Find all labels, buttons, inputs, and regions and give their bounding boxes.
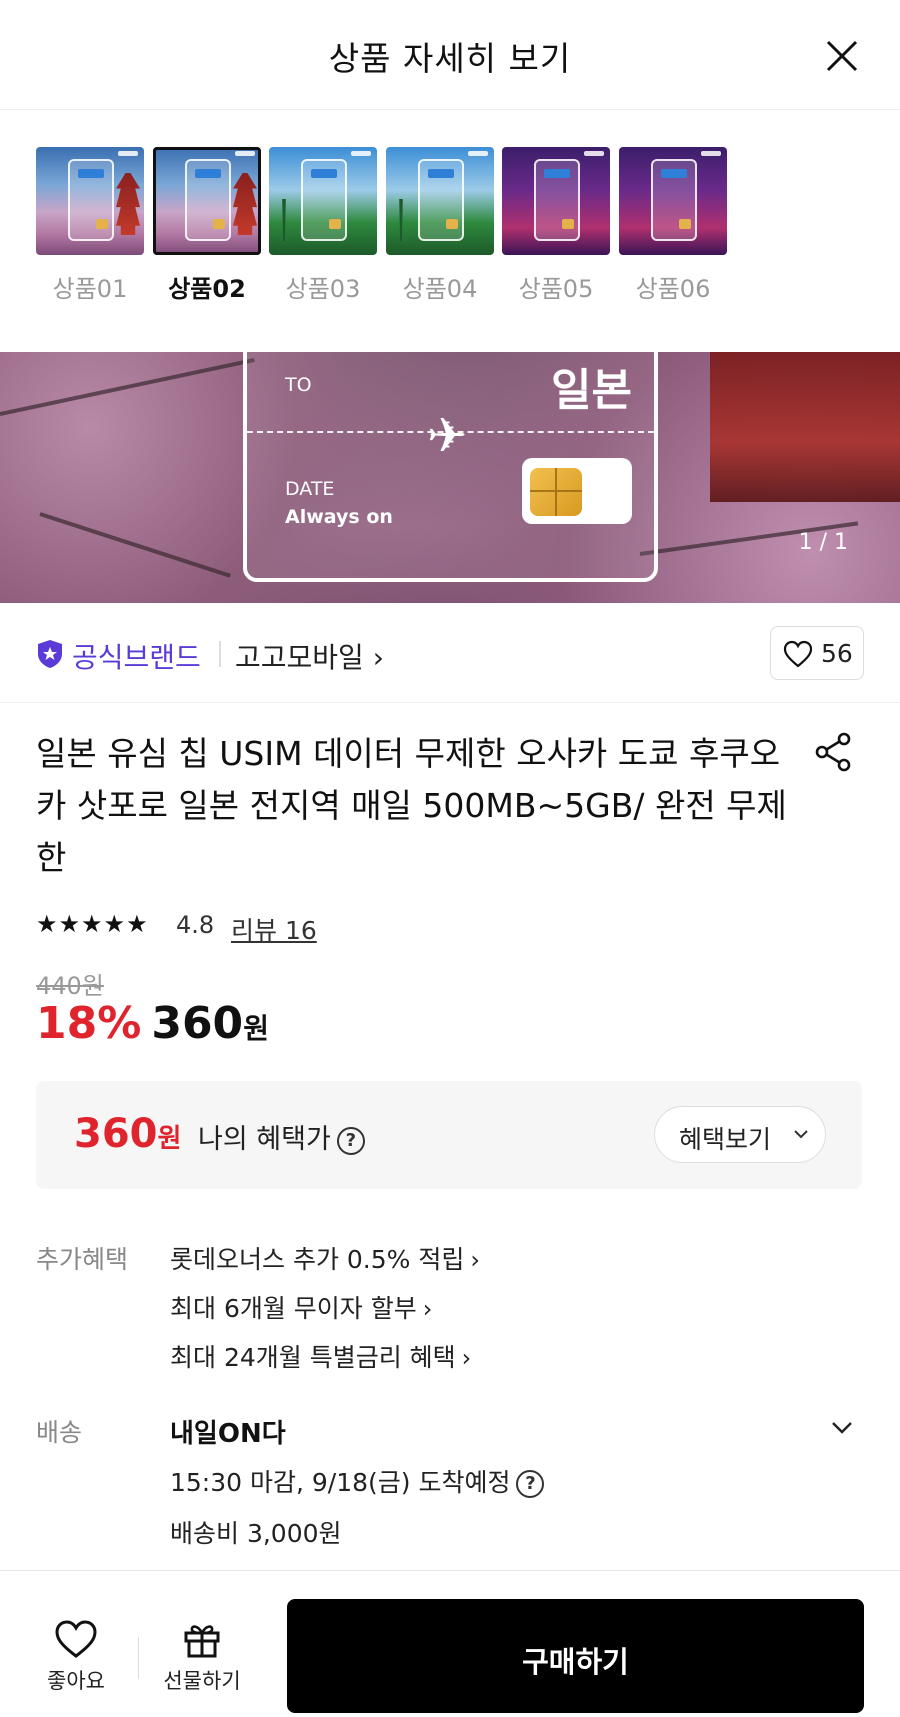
product-image-carousel[interactable]: TO 일본 ✈ DATE Always on 1 / 1 [0, 352, 900, 603]
thumbnail-product-03[interactable]: 상품03 [269, 147, 377, 304]
ticket-country: 일본 [551, 365, 632, 416]
view-benefits-label: 혜택보기 [679, 1125, 772, 1154]
ticket-to-label: TO [285, 374, 312, 396]
thumbnail-label: 상품03 [285, 275, 361, 303]
gift-icon [184, 1625, 220, 1658]
chevron-right-icon: › [461, 1344, 472, 1372]
header: 상품 자세히 보기 [0, 0, 900, 110]
sim-card-icon [522, 458, 632, 524]
store-link[interactable]: 고고모바일 › [235, 636, 384, 676]
share-icon [815, 732, 851, 772]
price-row: 18% 360원 [36, 998, 269, 1054]
thumbnail-image [386, 147, 494, 255]
star-rating-icon: ★★★★★ [36, 910, 149, 938]
thumbnail-product-06[interactable]: 상품06 [619, 147, 727, 304]
like-button[interactable]: 좋아요 [36, 1619, 116, 1699]
extra-benefit-item[interactable]: 최대 6개월 무이자 할부 › [170, 1289, 432, 1325]
thumbnail-image [502, 147, 610, 255]
extra-benefit-item[interactable]: 최대 24개월 특별금리 혜택 › [170, 1338, 471, 1374]
gift-button[interactable]: 선물하기 [150, 1619, 254, 1695]
airplane-icon: ✈ [427, 408, 468, 464]
heart-icon [783, 640, 813, 668]
close-icon [826, 40, 858, 72]
thumbnail-label: 상품06 [635, 275, 711, 303]
price-unit: 원 [243, 1012, 269, 1045]
like-label: 좋아요 [47, 1669, 105, 1693]
shipping-deadline: 15:30 마감, 9/18(금) 도착예정? [170, 1463, 545, 1499]
thumbnail-label: 상품05 [518, 275, 594, 303]
chevron-right-icon: › [422, 1295, 433, 1323]
thumbnail-label: 상품01 [52, 275, 128, 303]
like-count-button[interactable]: 56 [770, 626, 864, 680]
divider [138, 1637, 139, 1679]
rating-value: 4.8 [176, 911, 215, 939]
like-count: 56 [821, 639, 853, 668]
chevron-right-icon: › [470, 1246, 480, 1274]
benefit-price: 360원 [74, 1111, 181, 1157]
heart-icon [55, 1620, 97, 1658]
shipping-fee: 배송비 3,000원 [170, 1519, 342, 1548]
ticket-date-value: Always on [285, 506, 393, 528]
official-brand-badge-icon [38, 640, 62, 668]
benefit-label-text: 나의 혜택가 [198, 1124, 331, 1155]
sale-price: 360 [151, 998, 244, 1049]
thumbnail-product-02[interactable]: 상품02 [153, 147, 261, 304]
thumbnail-image [36, 147, 144, 255]
divider [219, 641, 221, 667]
buy-button[interactable]: 구매하기 [287, 1599, 864, 1713]
benefit-price-unit: 원 [157, 1124, 182, 1154]
thumbnail-image [619, 147, 727, 255]
thumbnail-product-05[interactable]: 상품05 [502, 147, 610, 304]
benefit-label: 나의 혜택가? [198, 1117, 365, 1156]
extra-benefit-item[interactable]: 롯데오너스 추가 0.5% 적립 › [170, 1240, 480, 1276]
product-title: 일본 유심 칩 USIM 데이터 무제한 오사카 도쿄 후쿠오카 삿포로 일본 … [36, 734, 787, 877]
shipping-label: 배송 [36, 1418, 83, 1447]
page-title: 상품 자세히 보기 [328, 39, 572, 78]
help-icon[interactable]: ? [516, 1470, 545, 1498]
shipping-expand-button[interactable] [830, 1420, 854, 1440]
thumbnail-product-01[interactable]: 상품01 [36, 147, 144, 304]
benefit-price-box: 360원 나의 혜택가? 혜택보기 [36, 1081, 862, 1189]
thumbnail-label: 상품02 [168, 275, 246, 303]
extra-benefit-text: 최대 6개월 무이자 할부 [170, 1294, 417, 1323]
chevron-down-icon [832, 1422, 852, 1434]
discount-rate: 18% [36, 998, 142, 1049]
thumbnail-image [269, 147, 377, 255]
thumbnail-label: 상품04 [402, 275, 478, 303]
ticket-graphic: TO 일본 ✈ DATE Always on [243, 352, 658, 582]
extra-benefit-text: 최대 24개월 특별금리 혜택 [170, 1343, 456, 1372]
thumbnail-product-04[interactable]: 상품04 [386, 147, 494, 304]
thumbnail-image [153, 147, 261, 255]
view-benefits-button[interactable]: 혜택보기 [654, 1106, 826, 1163]
shipping-deadline-text: 15:30 마감, 9/18(금) 도착예정 [170, 1468, 511, 1497]
official-brand-label: 공식브랜드 [72, 641, 201, 674]
share-button[interactable] [812, 730, 856, 774]
gift-label: 선물하기 [163, 1669, 241, 1693]
original-price: 440원 [36, 972, 104, 1000]
review-link[interactable]: 리뷰 16 [231, 911, 317, 947]
shipping-title: 내일ON다 [170, 1419, 286, 1449]
image-counter: 1 / 1 [798, 530, 848, 555]
ticket-date-label: DATE [285, 478, 335, 500]
extra-benefits-label: 추가혜택 [36, 1245, 129, 1274]
benefit-price-value: 360 [74, 1111, 158, 1157]
chevron-down-icon [794, 1130, 808, 1139]
bottom-action-bar: 좋아요 선물하기 구매하기 [0, 1570, 900, 1717]
help-icon[interactable]: ? [336, 1126, 365, 1155]
extra-benefit-text: 롯데오너스 추가 0.5% 적립 [170, 1245, 465, 1274]
brand-row: 공식브랜드 고고모바일 › 56 [0, 603, 900, 703]
temple-background [710, 352, 900, 502]
buy-label: 구매하기 [522, 1645, 629, 1679]
close-button[interactable] [822, 36, 862, 76]
